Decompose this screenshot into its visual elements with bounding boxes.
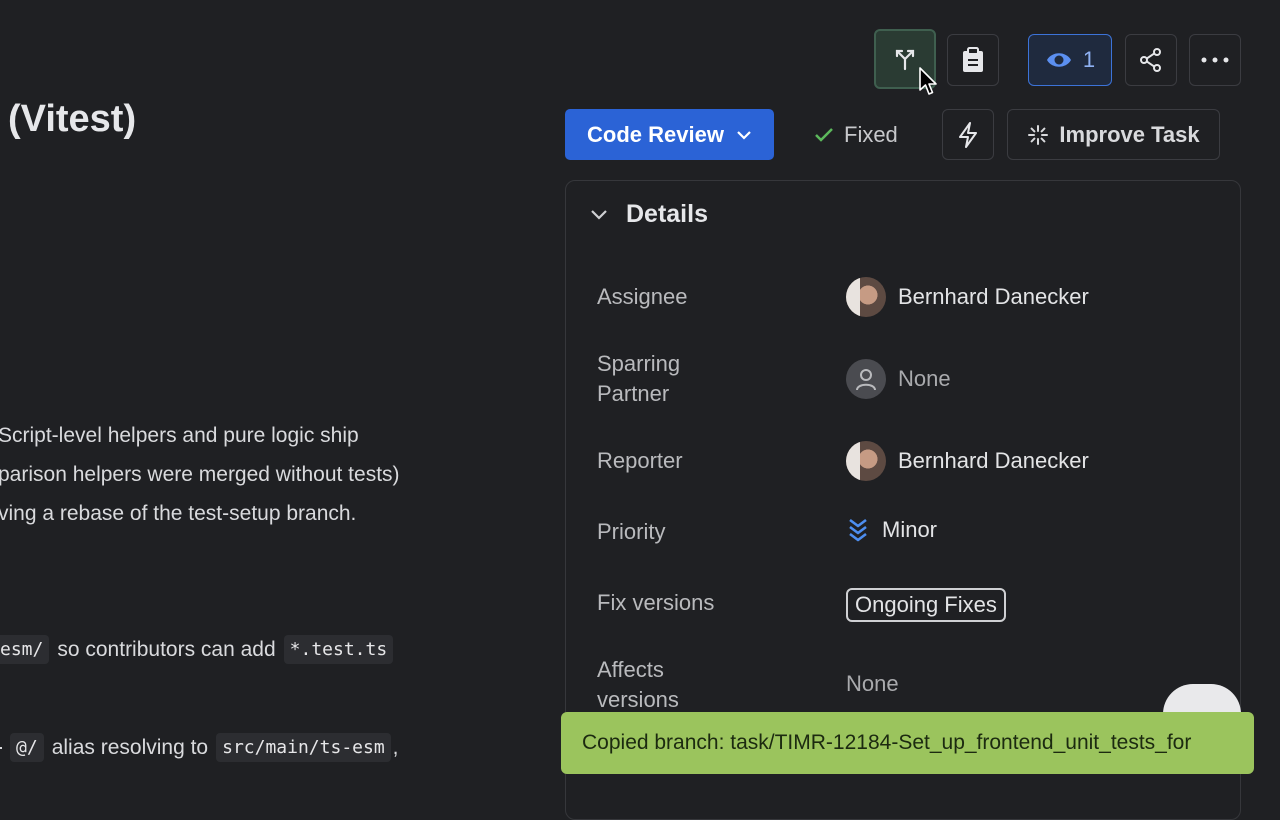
- description-line: Script-level helpers and pure logic ship: [0, 424, 359, 447]
- sparkle-icon: [1028, 124, 1049, 145]
- workflow-status-dropdown[interactable]: Code Review: [565, 109, 774, 160]
- sparring-partner-label: Sparring Partner: [597, 351, 681, 406]
- assignee-label: Assignee: [597, 284, 688, 309]
- resolution-label: Fixed: [844, 121, 898, 147]
- share-button[interactable]: [1125, 34, 1177, 86]
- assignee-field[interactable]: Bernhard Danecker: [846, 277, 1089, 317]
- chevron-down-icon: [737, 130, 751, 140]
- copy-success-toast: Copied branch: task/TIMR-12184-Set_up_fr…: [561, 712, 1254, 774]
- description-code-line: esm/ so contributors can add *.test.ts: [0, 635, 394, 664]
- affects-versions-value: None: [846, 671, 899, 696]
- page-title: (Vitest): [8, 98, 137, 140]
- resolution-status: Fixed: [814, 109, 898, 160]
- reporter-field[interactable]: Bernhard Danecker: [846, 441, 1089, 481]
- lightning-icon: [959, 121, 977, 148]
- priority-value: Minor: [882, 517, 938, 542]
- affects-versions-field[interactable]: None: [846, 671, 899, 697]
- eye-icon: [1046, 53, 1071, 67]
- workflow-status-label: Code Review: [587, 121, 724, 147]
- git-branch-icon: [895, 49, 915, 71]
- check-icon: [815, 127, 833, 142]
- user-placeholder-icon: [846, 359, 886, 399]
- reporter-label: Reporter: [597, 448, 683, 473]
- priority-minor-icon: [849, 518, 867, 542]
- chevron-down-icon: [591, 209, 607, 220]
- watchers-count: 1: [1082, 47, 1096, 72]
- inline-code: @/: [10, 733, 44, 762]
- reporter-name: Bernhard Danecker: [898, 448, 1089, 473]
- clipboard-icon: [963, 47, 983, 72]
- improve-task-label: Improve Task: [1059, 121, 1200, 147]
- inline-code: src/main/ts-esm: [216, 733, 391, 762]
- share-icon: [1140, 48, 1161, 72]
- improve-task-button[interactable]: Improve Task: [1007, 109, 1220, 160]
- description-line: ving a rebase of the test-setup branch.: [0, 502, 357, 525]
- priority-field[interactable]: Minor: [846, 517, 937, 543]
- toast-message: Copied branch: task/TIMR-12184-Set_up_fr…: [582, 731, 1192, 754]
- fix-versions-field[interactable]: Ongoing Fixes: [846, 588, 1006, 622]
- watchers-button[interactable]: 1: [1028, 34, 1112, 86]
- description-line: parison helpers were merged without test…: [0, 463, 400, 486]
- inline-code: *.test.ts: [283, 635, 394, 664]
- more-actions-button[interactable]: [1189, 34, 1241, 86]
- copy-to-clipboard-button[interactable]: [947, 34, 999, 86]
- assignee-name: Bernhard Danecker: [898, 284, 1089, 309]
- version-chip[interactable]: Ongoing Fixes: [846, 588, 1006, 622]
- fix-versions-label: Fix versions: [597, 590, 715, 615]
- description-paragraph: Script-level helpers and pure logic ship…: [0, 416, 498, 533]
- priority-label: Priority: [597, 519, 666, 544]
- avatar: [846, 277, 886, 317]
- truncated-char: [0, 746, 2, 749]
- description-text: so contributors can add: [57, 637, 276, 661]
- description-code-line: @/ alias resolving to src/main/ts-esm ,: [0, 733, 399, 762]
- mouse-cursor-icon: [919, 67, 937, 95]
- description-text: alias resolving to: [51, 735, 209, 759]
- automation-button[interactable]: [942, 109, 994, 160]
- punctuation: ,: [392, 735, 399, 759]
- more-icon: [1201, 57, 1229, 63]
- details-heading: Details: [626, 200, 708, 228]
- details-toggle[interactable]: Details: [590, 200, 708, 229]
- affects-versions-label: Affects versions: [597, 657, 679, 712]
- inline-code: esm/: [0, 635, 50, 664]
- avatar: [846, 441, 886, 481]
- sparring-partner-value: None: [898, 366, 951, 391]
- sparring-partner-field[interactable]: None: [846, 359, 951, 399]
